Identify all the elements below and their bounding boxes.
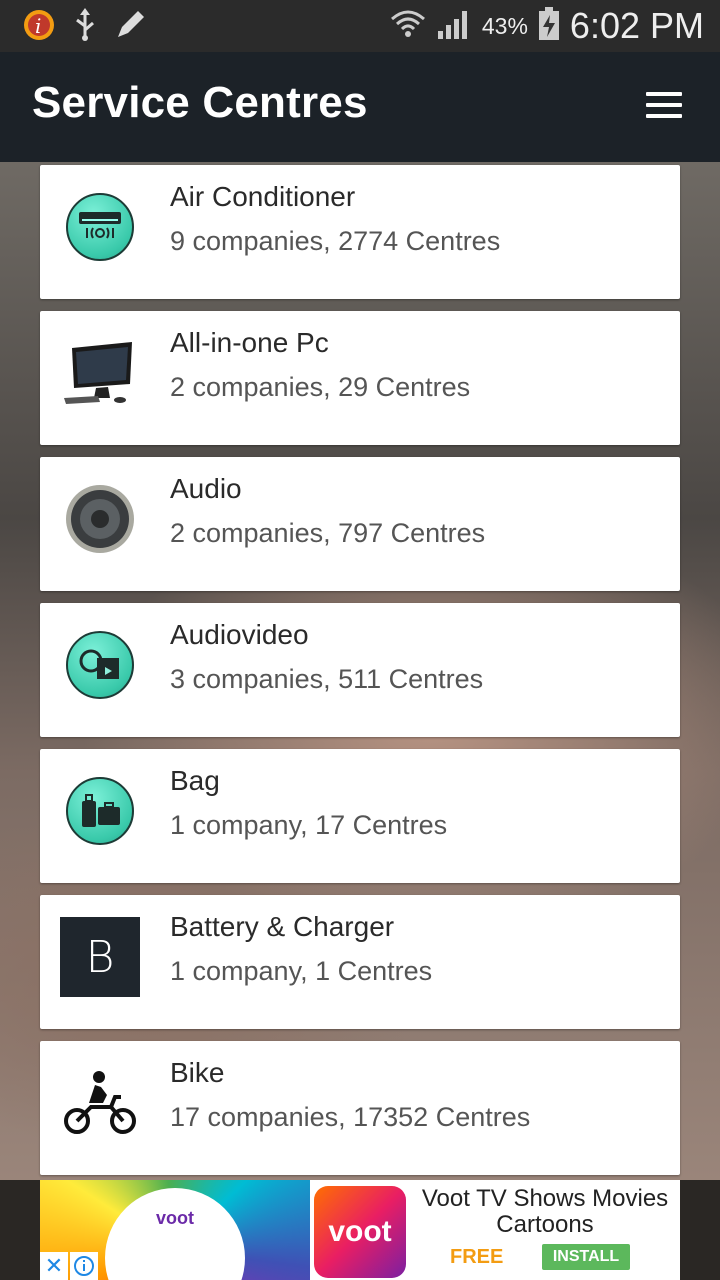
wifi-icon — [390, 7, 426, 46]
item-subtitle: 9 companies, 2774 Centres — [170, 226, 501, 256]
letter-b-icon: B — [60, 917, 140, 997]
all-in-one-pc-icon — [60, 333, 140, 413]
usb-icon — [72, 8, 98, 47]
battery-percent: 43% — [481, 12, 528, 39]
item-title: All-in-one Pc — [170, 327, 329, 358]
list-item-bag[interactable]: Bag 1 company, 17 Centres — [40, 749, 680, 883]
category-list: Air Conditioner 9 companies, 2774 Centre… — [40, 165, 680, 1187]
list-item-audiovideo[interactable]: Audiovideo 3 companies, 511 Centres — [40, 603, 680, 737]
air-conditioner-icon — [60, 187, 140, 267]
ad-info-icon[interactable] — [70, 1252, 98, 1280]
ad-close-icon[interactable]: ✕ — [40, 1252, 68, 1280]
ad-app-icon-label: voot — [328, 1215, 392, 1248]
item-title: Audiovideo — [170, 619, 309, 650]
item-title: Battery & Charger — [170, 911, 395, 942]
audiovideo-icon — [60, 625, 140, 705]
item-title: Bag — [170, 765, 220, 796]
item-subtitle: 1 company, 17 Centres — [170, 810, 448, 840]
hamburger-menu-icon[interactable] — [646, 92, 682, 120]
ad-banner[interactable]: voot voot Voot TV Shows Movies Cartoons … — [40, 1180, 680, 1280]
status-bar: i 43% 6:02 PM — [0, 0, 720, 52]
ad-price-label: FREE — [450, 1246, 504, 1268]
ad-app-icon: voot — [314, 1186, 406, 1278]
item-subtitle: 3 companies, 511 Centres — [170, 664, 484, 694]
app-notification-icon: i — [22, 8, 56, 47]
svg-text:i: i — [35, 14, 41, 38]
list-item-battery-charger[interactable]: B Battery & Charger 1 company, 1 Centres — [40, 895, 680, 1029]
item-title: Air Conditioner — [170, 181, 356, 212]
clock: 6:02 PM — [569, 5, 704, 46]
battery-charging-icon — [538, 6, 560, 46]
signal-icon — [436, 7, 472, 46]
item-subtitle: 1 company, 1 Centres — [170, 956, 433, 986]
list-item-bike[interactable]: Bike 17 companies, 17352 Centres — [40, 1041, 680, 1175]
luggage-icon — [60, 771, 140, 851]
motorbike-icon — [60, 1063, 140, 1143]
item-subtitle: 2 companies, 29 Centres — [170, 372, 471, 402]
item-subtitle: 2 companies, 797 Centres — [170, 518, 486, 548]
speaker-icon — [60, 479, 140, 559]
ad-title: Voot TV Shows Movies Cartoons — [421, 1185, 669, 1238]
item-title: Audio — [170, 473, 242, 504]
list-item-audio[interactable]: Audio 2 companies, 797 Centres — [40, 457, 680, 591]
app-bar: Service Centres — [0, 52, 720, 162]
list-item-all-in-one-pc[interactable]: All-in-one Pc 2 companies, 29 Centres — [40, 311, 680, 445]
list-item-air-conditioner[interactable]: Air Conditioner 9 companies, 2774 Centre… — [40, 165, 680, 299]
item-subtitle: 17 companies, 17352 Centres — [170, 1102, 531, 1132]
item-title: Bike — [170, 1057, 225, 1088]
page-title: Service Centres — [32, 78, 368, 127]
ad-install-button[interactable]: INSTALL — [542, 1244, 630, 1270]
edit-icon — [114, 9, 146, 46]
ad-brand-logo: voot — [156, 1208, 194, 1228]
